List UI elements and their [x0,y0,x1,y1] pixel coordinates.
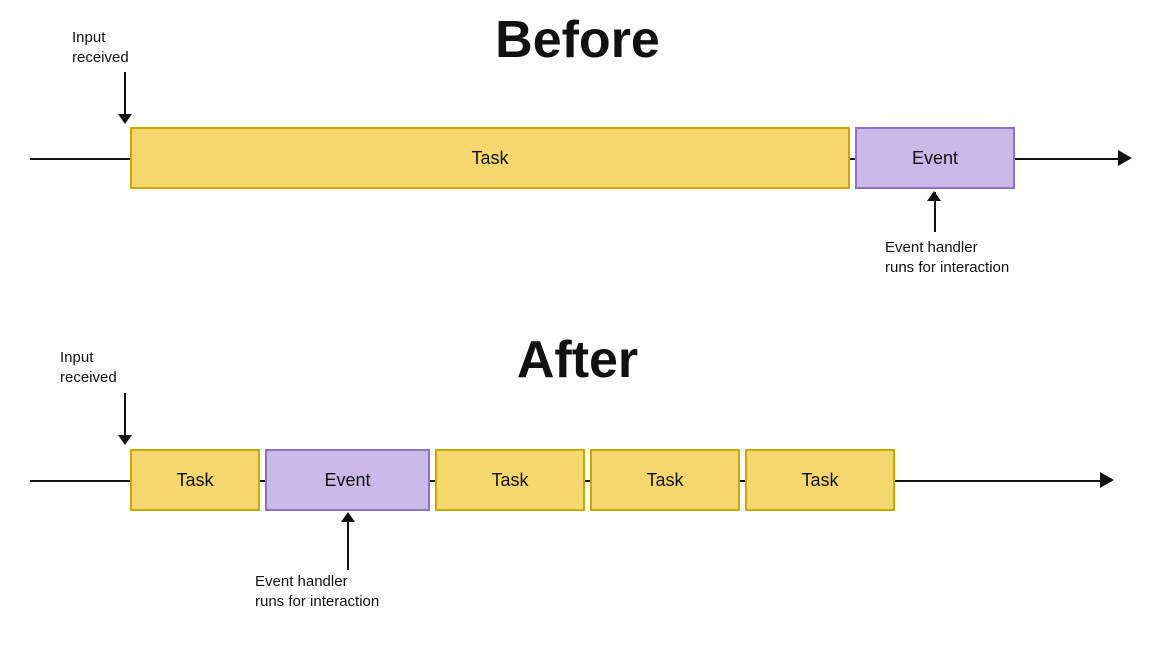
after-event-arrowhead [341,512,355,522]
after-input-arrow [118,393,132,445]
before-title: Before [495,10,660,70]
after-task2-box: Task [435,449,585,511]
after-timeline-right [895,480,1105,482]
after-event-arrow-line [347,522,349,570]
before-input-label: Inputreceived [72,28,129,67]
after-handler-label: Event handlerruns for interaction [255,572,379,611]
after-task3-box: Task [590,449,740,511]
after-title: After [517,330,638,390]
before-timeline-left [30,158,130,160]
after-timeline-left [30,480,130,482]
after-event-box: Event [265,449,430,511]
before-event-arrowhead [927,191,941,201]
after-input-label: Inputreceived [60,348,117,387]
before-timeline-right [1015,158,1125,160]
after-task4-box: Task [745,449,895,511]
before-event-box: Event [855,127,1015,189]
before-handler-label: Event handlerruns for interaction [885,238,1009,277]
after-timeline-arrow [1100,472,1114,488]
before-task-box: Task [130,127,850,189]
before-input-arrow [118,72,132,124]
diagram-container: Before Inputreceived Task Event Event ha… [0,0,1155,647]
before-timeline-arrow [1118,150,1132,166]
after-task1-box: Task [130,449,260,511]
